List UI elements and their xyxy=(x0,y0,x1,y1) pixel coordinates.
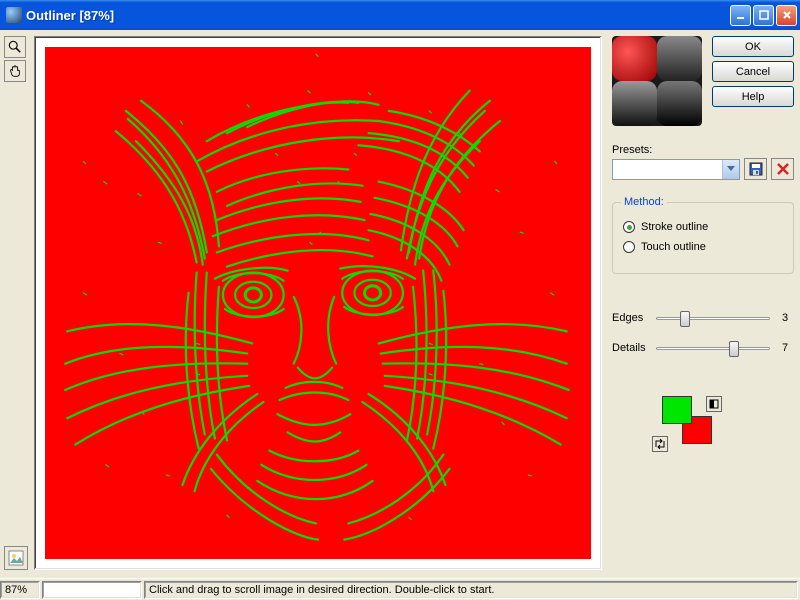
details-label: Details xyxy=(612,342,650,354)
close-button[interactable] xyxy=(776,5,797,26)
cancel-button[interactable]: Cancel xyxy=(712,61,794,82)
zoom-tool[interactable] xyxy=(4,36,26,58)
zoom-icon xyxy=(8,40,22,54)
status-bar: 87% Click and drag to scroll image in de… xyxy=(0,578,800,600)
swap-colors-button[interactable] xyxy=(652,436,668,452)
foreground-color-swatch[interactable] xyxy=(662,396,692,424)
mode-icon xyxy=(709,399,719,409)
swap-icon xyxy=(654,438,666,450)
presets-combo[interactable] xyxy=(612,159,740,180)
toolbox xyxy=(4,36,28,84)
title-bar: Outliner [87%] xyxy=(0,0,800,30)
delete-preset-button[interactable] xyxy=(771,158,794,180)
edges-slider[interactable] xyxy=(656,308,770,328)
maximize-button[interactable] xyxy=(753,5,774,26)
chevron-down-icon xyxy=(727,166,735,172)
presets-label: Presets: xyxy=(612,144,652,156)
save-preset-button[interactable] xyxy=(744,158,767,180)
edges-label: Edges xyxy=(612,312,650,324)
x-icon xyxy=(776,162,790,176)
color-mode-button[interactable] xyxy=(706,396,722,412)
method-legend: Method: xyxy=(621,196,667,208)
hand-tool[interactable] xyxy=(4,60,26,82)
window-title: Outliner [87%] xyxy=(26,8,730,23)
thumbnail-toggle-button[interactable] xyxy=(4,546,28,570)
hand-icon xyxy=(8,64,22,78)
preview-frame xyxy=(34,36,602,570)
method-group: Method: Stroke outline Touch outline xyxy=(612,202,794,274)
radio-icon xyxy=(623,221,635,233)
floppy-icon xyxy=(749,162,763,176)
ok-button[interactable]: OK xyxy=(712,36,794,57)
status-progress xyxy=(42,581,142,599)
details-value: 7 xyxy=(776,342,794,354)
status-hint: Click and drag to scroll image in desire… xyxy=(144,581,798,599)
edges-value: 3 xyxy=(776,312,794,324)
touch-outline-radio[interactable]: Touch outline xyxy=(623,241,783,253)
details-slider[interactable] xyxy=(656,338,770,358)
stroke-outline-label: Stroke outline xyxy=(641,221,708,233)
preview-canvas[interactable] xyxy=(45,47,591,559)
stroke-outline-radio[interactable]: Stroke outline xyxy=(623,221,783,233)
app-icon xyxy=(6,7,22,23)
plugin-logo xyxy=(612,36,702,126)
status-zoom: 87% xyxy=(0,581,40,599)
thumbnail-icon xyxy=(8,550,24,566)
radio-icon xyxy=(623,241,635,253)
minimize-button[interactable] xyxy=(730,5,751,26)
presets-dropdown-arrow[interactable] xyxy=(722,160,739,179)
color-swatches xyxy=(652,396,722,452)
touch-outline-label: Touch outline xyxy=(641,241,706,253)
help-button[interactable]: Help xyxy=(712,86,794,107)
